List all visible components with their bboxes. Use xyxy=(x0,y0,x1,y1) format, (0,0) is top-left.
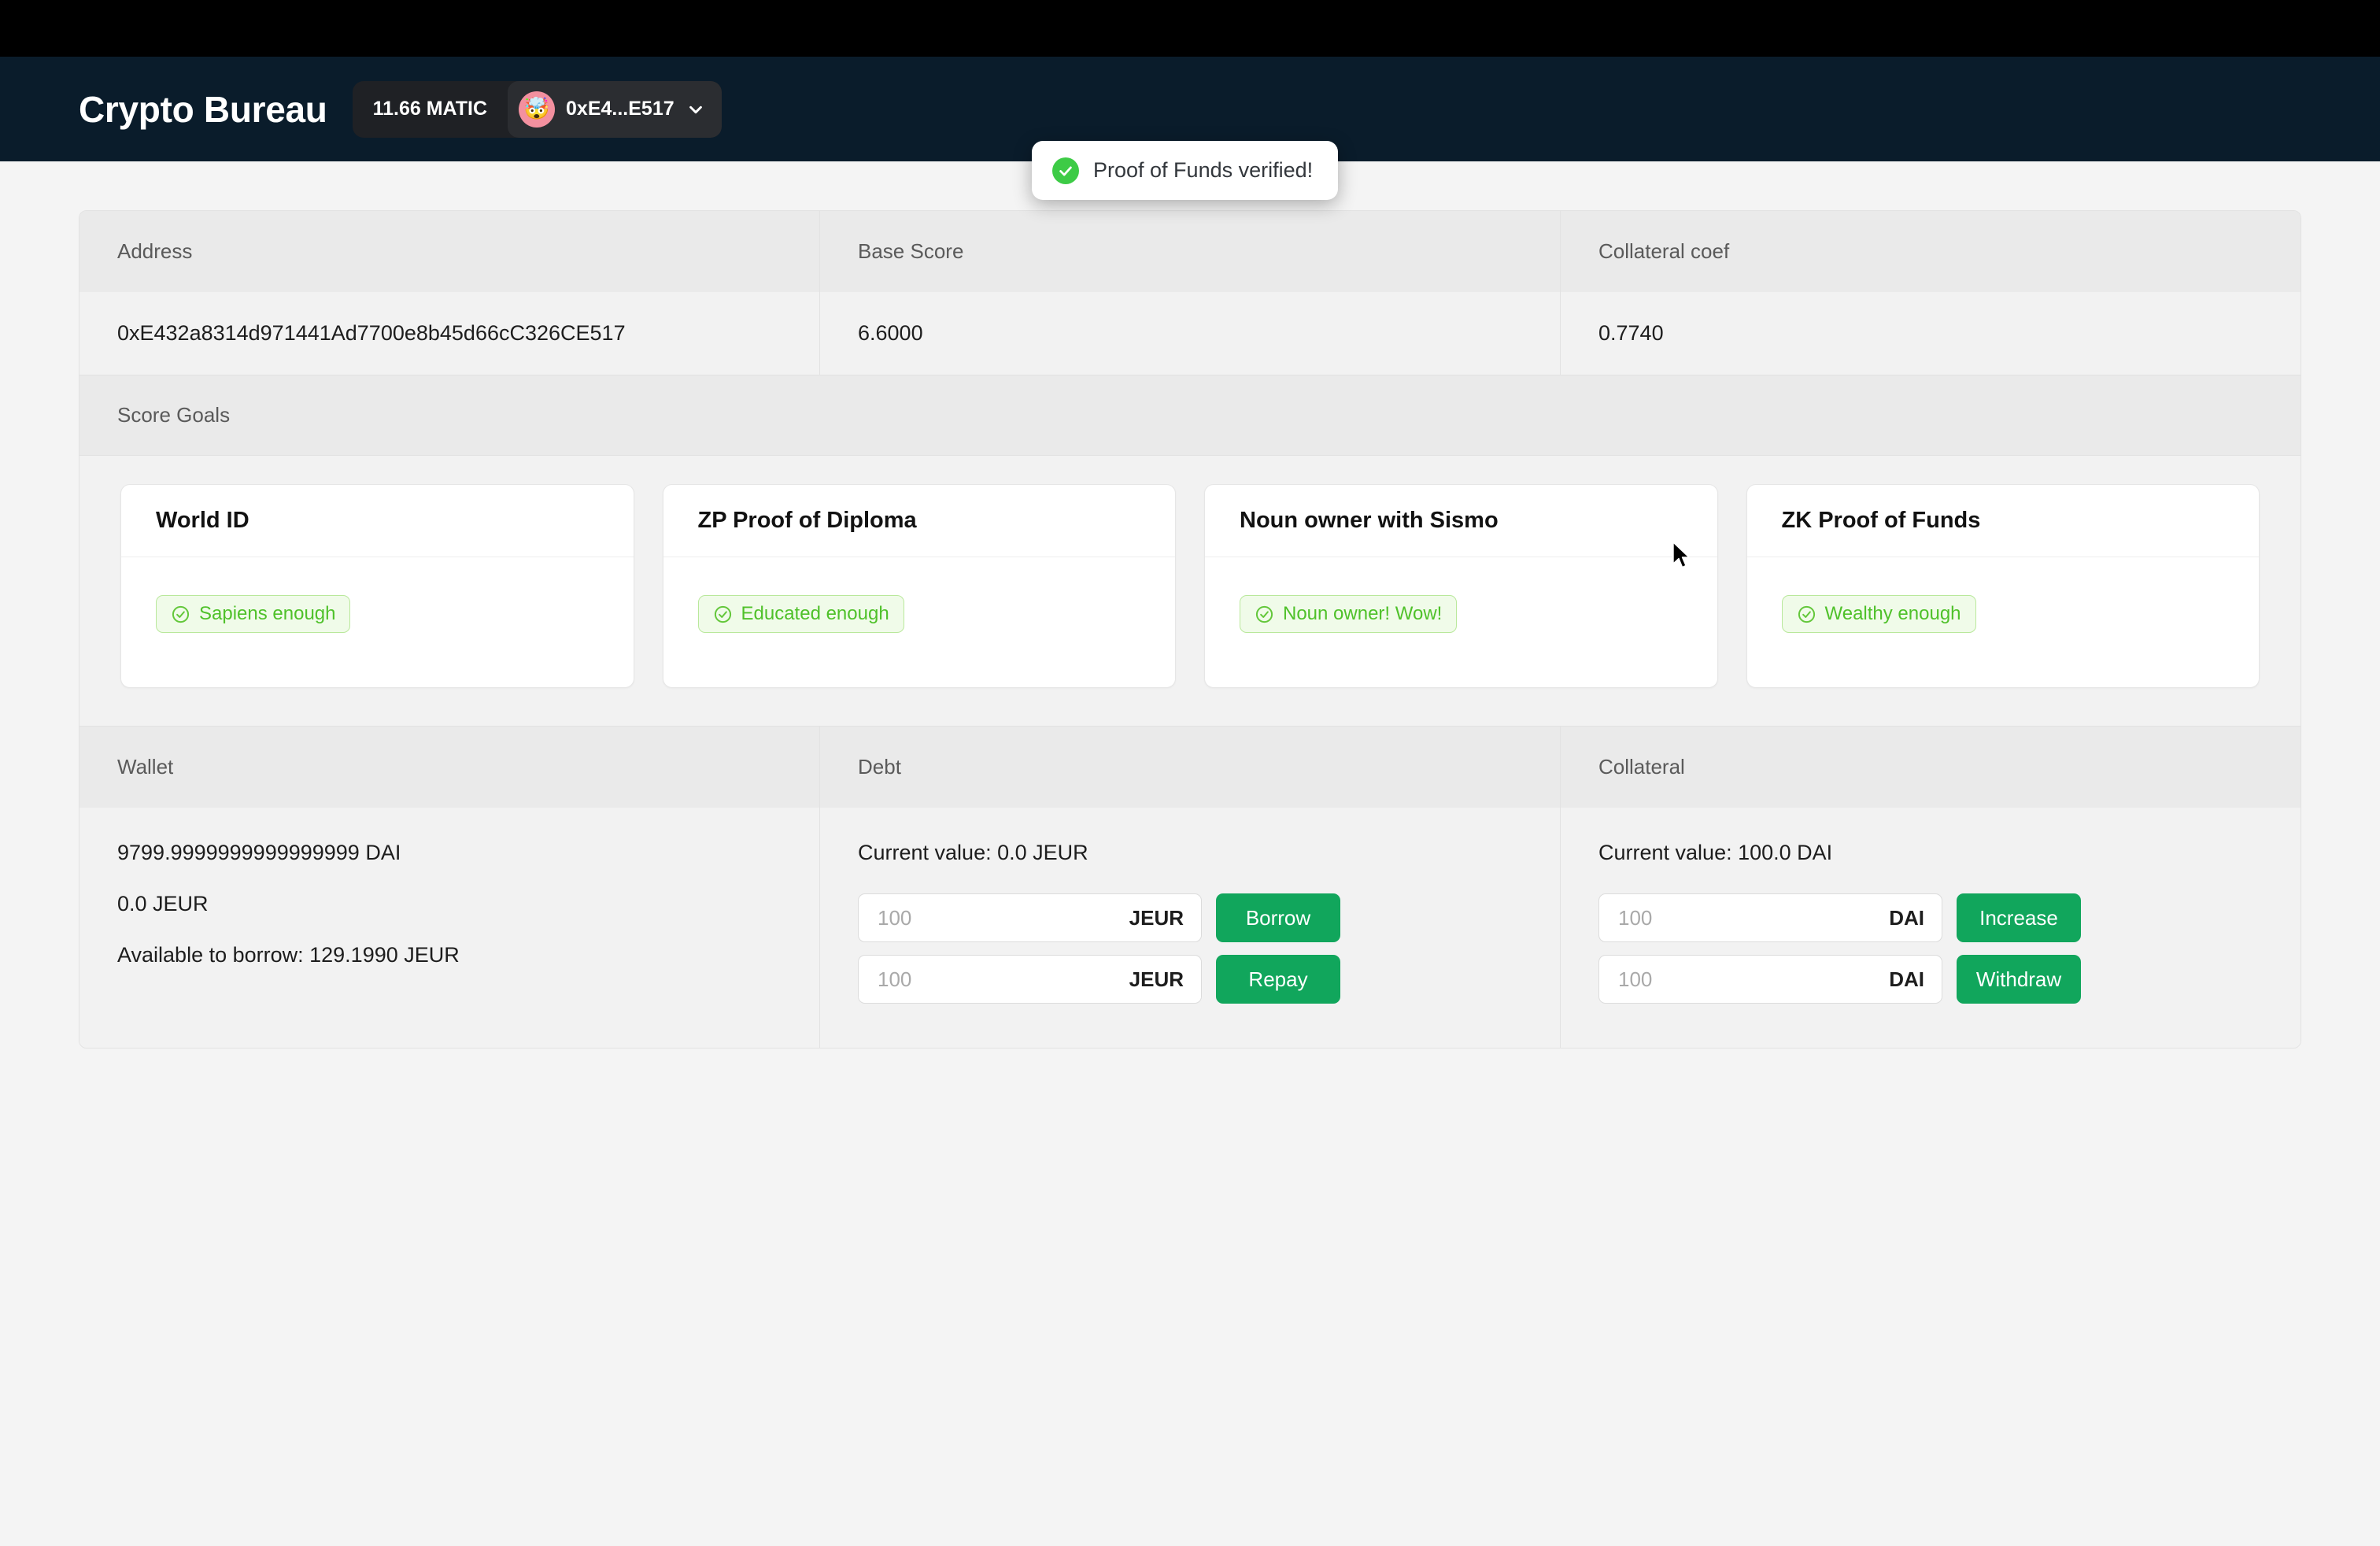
borrow-amount-input[interactable] xyxy=(878,905,1114,930)
collateral-column: Current value: 100.0 DAI DAI Increase DA… xyxy=(1561,808,2301,1048)
status-badge: Noun owner! Wow! xyxy=(1240,595,1458,633)
card-body: Sapiens enough xyxy=(121,557,634,687)
wallet-column: 9799.9999999999999999 DAI 0.0 JEUR Avail… xyxy=(79,808,820,1048)
increase-amount-field[interactable]: DAI xyxy=(1598,893,1942,942)
check-circle-outline-icon xyxy=(713,605,733,624)
increase-action-row: DAI Increase xyxy=(1598,893,2263,942)
toast-message: Proof of Funds verified! xyxy=(1093,158,1314,182)
card-title: Noun owner with Sismo xyxy=(1240,508,1499,533)
column-header-address: Address xyxy=(79,211,820,292)
status-badge: Sapiens enough xyxy=(156,595,351,633)
cell-collateral-coef-value: 0.7740 xyxy=(1598,321,1664,345)
score-goals-section-header: Score Goals xyxy=(79,375,2301,456)
column-header-base-score: Base Score xyxy=(820,211,1561,292)
chevron-down-icon xyxy=(687,101,704,118)
column-header-collateral: Collateral xyxy=(1598,755,1685,779)
status-badge: Educated enough xyxy=(697,595,904,633)
withdraw-amount-input[interactable] xyxy=(1618,967,1854,992)
status-badge-label: Educated enough xyxy=(741,603,889,624)
repay-amount-unit: JEUR xyxy=(1129,967,1184,991)
card-body: Educated enough xyxy=(663,557,1176,687)
withdraw-amount-field[interactable]: DAI xyxy=(1598,955,1942,1004)
column-header-debt: Debt xyxy=(820,727,1561,808)
borrow-amount-unit: JEUR xyxy=(1129,905,1184,930)
app-header: Crypto Bureau 11.66 MATIC 🤯 0xE4...E517 … xyxy=(0,57,2380,200)
borrow-button[interactable]: Borrow xyxy=(1216,893,1340,942)
wallet-connect-pill[interactable]: 11.66 MATIC 🤯 0xE4...E517 xyxy=(352,80,722,138)
score-goal-card-world-id[interactable]: World ID Sapiens enough xyxy=(120,484,634,688)
status-badge-label: Sapiens enough xyxy=(199,603,336,624)
card-title: ZP Proof of Diploma xyxy=(697,508,917,533)
card-header: ZK Proof of Funds xyxy=(1746,485,2259,557)
score-goal-card-zp-proof-of-diploma[interactable]: ZP Proof of Diploma Educated enough xyxy=(662,484,1176,688)
wallet-dai-balance: 9799.9999999999999999 DAI xyxy=(117,841,401,864)
card-header: World ID xyxy=(121,485,634,557)
cell-base-score-value: 6.6000 xyxy=(820,292,1561,375)
wallet-available-to-borrow: Available to borrow: 129.1990 JEUR xyxy=(117,943,460,967)
card-title: World ID xyxy=(156,508,249,533)
page-body: Address Base Score Collateral coef 0xE43… xyxy=(0,161,2380,1546)
collateral-current-value: Current value: 100.0 DAI xyxy=(1598,841,1833,864)
card-body: Noun owner! Wow! xyxy=(1205,557,1717,687)
repay-action-row: JEUR Repay xyxy=(858,955,1522,1004)
score-goal-card-zk-proof-of-funds[interactable]: ZK Proof of Funds Wealthy enough xyxy=(1746,484,2260,688)
account-table-row: 0xE432a8314d971441Ad7700e8b45d66cC326CE5… xyxy=(79,292,2301,375)
app-brand-title: Crypto Bureau xyxy=(79,88,327,130)
withdraw-action-row: DAI Withdraw xyxy=(1598,955,2263,1004)
debt-current-value: Current value: 0.0 JEUR xyxy=(858,841,1088,864)
card-header: Noun owner with Sismo xyxy=(1205,485,1717,557)
repay-button[interactable]: Repay xyxy=(1216,955,1340,1004)
card-title: ZK Proof of Funds xyxy=(1781,508,1981,533)
wallet-jeur-balance: 0.0 JEUR xyxy=(117,892,209,915)
avatar: 🤯 xyxy=(519,91,556,128)
score-goals-card-list: World ID Sapiens enough ZP Proof of Dipl… xyxy=(79,456,2301,726)
check-circle-outline-icon xyxy=(1255,605,1274,624)
status-badge-label: Noun owner! Wow! xyxy=(1283,603,1443,624)
withdraw-button[interactable]: Withdraw xyxy=(1957,955,2081,1004)
account-address-label: 0xE4...E517 xyxy=(566,98,674,120)
toast-notification[interactable]: Proof of Funds verified! xyxy=(1032,141,1339,200)
increase-button[interactable]: Increase xyxy=(1957,893,2081,942)
borrow-action-row: JEUR Borrow xyxy=(858,893,1522,942)
card-header: ZP Proof of Diploma xyxy=(663,485,1175,557)
increase-amount-input[interactable] xyxy=(1618,905,1854,930)
card-body: Wealthy enough xyxy=(1747,557,2260,687)
status-badge: Wealthy enough xyxy=(1781,595,1976,633)
column-header-collateral-coef: Collateral coef xyxy=(1598,239,1730,263)
dashboard-panel: Address Base Score Collateral coef 0xE43… xyxy=(79,210,2301,1049)
status-badge-label: Wealthy enough xyxy=(1824,603,1961,624)
debt-column: Current value: 0.0 JEUR JEUR Borrow JEUR… xyxy=(820,808,1561,1048)
increase-amount-unit: DAI xyxy=(1889,905,1924,930)
repay-amount-input[interactable] xyxy=(878,967,1114,992)
finance-body-row: 9799.9999999999999999 DAI 0.0 JEUR Avail… xyxy=(79,808,2301,1048)
check-circle-outline-icon xyxy=(171,605,190,624)
repay-amount-field[interactable]: JEUR xyxy=(858,955,1202,1004)
account-table-header-row: Address Base Score Collateral coef xyxy=(79,211,2301,292)
cell-address-value: 0xE432a8314d971441Ad7700e8b45d66cC326CE5… xyxy=(79,292,820,375)
matic-balance-label: 11.66 MATIC xyxy=(372,98,488,120)
account-chip-button[interactable]: 🤯 0xE4...E517 xyxy=(508,80,722,138)
check-circle-icon xyxy=(1052,157,1079,184)
withdraw-amount-unit: DAI xyxy=(1889,967,1924,991)
borrow-amount-field[interactable]: JEUR xyxy=(858,893,1202,942)
finance-header-row: Wallet Debt Collateral xyxy=(79,726,2301,808)
column-header-wallet: Wallet xyxy=(79,727,820,808)
check-circle-outline-icon xyxy=(1797,605,1816,624)
browser-chrome-strip xyxy=(0,0,2380,57)
score-goal-card-noun-owner-with-sismo[interactable]: Noun owner with Sismo Noun owner! Wow! xyxy=(1204,484,1718,688)
